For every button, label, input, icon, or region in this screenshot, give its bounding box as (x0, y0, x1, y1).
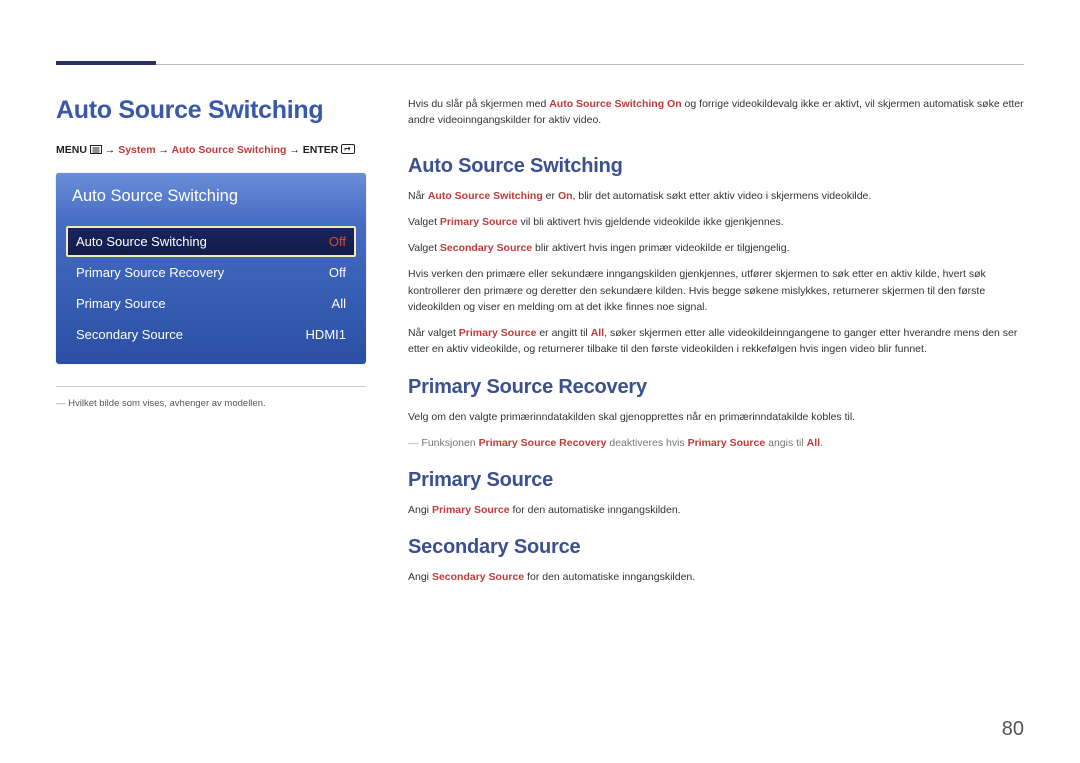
paragraph: Når valget Primary Source er angitt til … (408, 325, 1024, 358)
osd-row-primary-source-recovery[interactable]: Primary Source Recovery Off (66, 257, 356, 288)
osd-row-label: Auto Source Switching (76, 234, 207, 249)
keyword: On (558, 190, 573, 202)
right-column: Hvis du slår på skjermen med Auto Source… (408, 96, 1024, 596)
intro-paragraph: Hvis du slår på skjermen med Auto Source… (408, 96, 1024, 129)
menu-icon (90, 144, 102, 159)
keyword: Primary Source (459, 327, 537, 339)
text: Valget (408, 242, 440, 254)
paragraph: Hvis verken den primære eller sekundære … (408, 266, 1024, 315)
osd-row-label: Primary Source (76, 296, 166, 311)
breadcrumb: MENU → System → Auto Source Switching → … (56, 143, 366, 159)
breadcrumb-system: System (118, 144, 155, 156)
keyword: Primary Source (440, 216, 518, 228)
enter-icon (341, 144, 355, 159)
osd-row-label: Primary Source Recovery (76, 265, 224, 280)
page-number: 80 (1002, 718, 1024, 741)
heading-primary-source-recovery: Primary Source Recovery (408, 376, 1024, 399)
page: Auto Source Switching MENU → System → Au… (0, 0, 1080, 763)
text: , blir det automatisk søkt etter aktiv v… (573, 190, 872, 202)
text: Funksjonen (421, 437, 478, 449)
paragraph: Når Auto Source Switching er On, blir de… (408, 188, 1024, 204)
text: . (820, 437, 823, 449)
breadcrumb-arrow: → (158, 144, 169, 156)
paragraph: Angi Secondary Source for den automatisk… (408, 569, 1024, 585)
text: Når valget (408, 327, 459, 339)
osd-row-primary-source[interactable]: Primary Source All (66, 288, 356, 319)
note: Funksjonen Primary Source Recovery deakt… (408, 435, 1024, 451)
text: Angi (408, 504, 432, 516)
keyword: All (591, 327, 604, 339)
text: Valget (408, 216, 440, 228)
osd-title: Auto Source Switching (56, 173, 366, 218)
top-divider-accent (56, 61, 156, 65)
text: er (543, 190, 558, 202)
breadcrumb-enter: ENTER (303, 144, 339, 156)
paragraph: Velg om den valgte primærinndatakilden s… (408, 409, 1024, 425)
keyword: Primary Source Recovery (479, 437, 607, 449)
breadcrumb-arrow: → (289, 144, 300, 156)
text: angis til (765, 437, 806, 449)
text: for den automatiske inngangskilden. (524, 571, 695, 583)
keyword: All (807, 437, 820, 449)
osd-row-value: HDMI1 (306, 327, 346, 342)
heading-auto-source-switching: Auto Source Switching (408, 155, 1024, 178)
paragraph: Valget Primary Source vil bli aktivert h… (408, 214, 1024, 230)
breadcrumb-arrow: → (105, 144, 116, 156)
footnote: Hvilket bilde som vises, avhenger av mod… (56, 397, 366, 411)
paragraph: Valget Secondary Source blir aktivert hv… (408, 240, 1024, 256)
keyword: Auto Source Switching On (549, 98, 681, 110)
paragraph: Angi Primary Source for den automatiske … (408, 502, 1024, 518)
text: blir aktivert hvis ingen primær videokil… (532, 242, 789, 254)
left-divider (56, 386, 366, 387)
text: er angitt til (536, 327, 590, 339)
left-column: Auto Source Switching MENU → System → Au… (56, 96, 366, 596)
text: deaktiveres hvis (606, 437, 687, 449)
text: Når (408, 190, 428, 202)
text: vil bli aktivert hvis gjeldende videokil… (518, 216, 784, 228)
heading-primary-source: Primary Source (408, 469, 1024, 492)
keyword: Secondary Source (440, 242, 532, 254)
two-column-layout: Auto Source Switching MENU → System → Au… (56, 96, 1024, 596)
osd-row-value: Off (329, 234, 346, 249)
osd-items: Auto Source Switching Off Primary Source… (56, 218, 366, 364)
keyword: Auto Source Switching (428, 190, 543, 202)
osd-panel: Auto Source Switching Auto Source Switch… (56, 173, 366, 364)
osd-row-value: Off (329, 265, 346, 280)
osd-row-value: All (332, 296, 346, 311)
keyword: Primary Source (432, 504, 510, 516)
breadcrumb-ass: Auto Source Switching (172, 144, 287, 156)
breadcrumb-menu: MENU (56, 144, 87, 156)
osd-row-secondary-source[interactable]: Secondary Source HDMI1 (66, 319, 356, 350)
osd-row-auto-source-switching[interactable]: Auto Source Switching Off (66, 226, 356, 257)
osd-row-label: Secondary Source (76, 327, 183, 342)
top-divider (56, 64, 1024, 65)
heading-secondary-source: Secondary Source (408, 536, 1024, 559)
keyword: Primary Source (688, 437, 766, 449)
text: Angi (408, 571, 432, 583)
keyword: Secondary Source (432, 571, 524, 583)
text: Hvis du slår på skjermen med (408, 98, 549, 110)
text: for den automatiske inngangskilden. (510, 504, 681, 516)
page-title: Auto Source Switching (56, 96, 366, 125)
